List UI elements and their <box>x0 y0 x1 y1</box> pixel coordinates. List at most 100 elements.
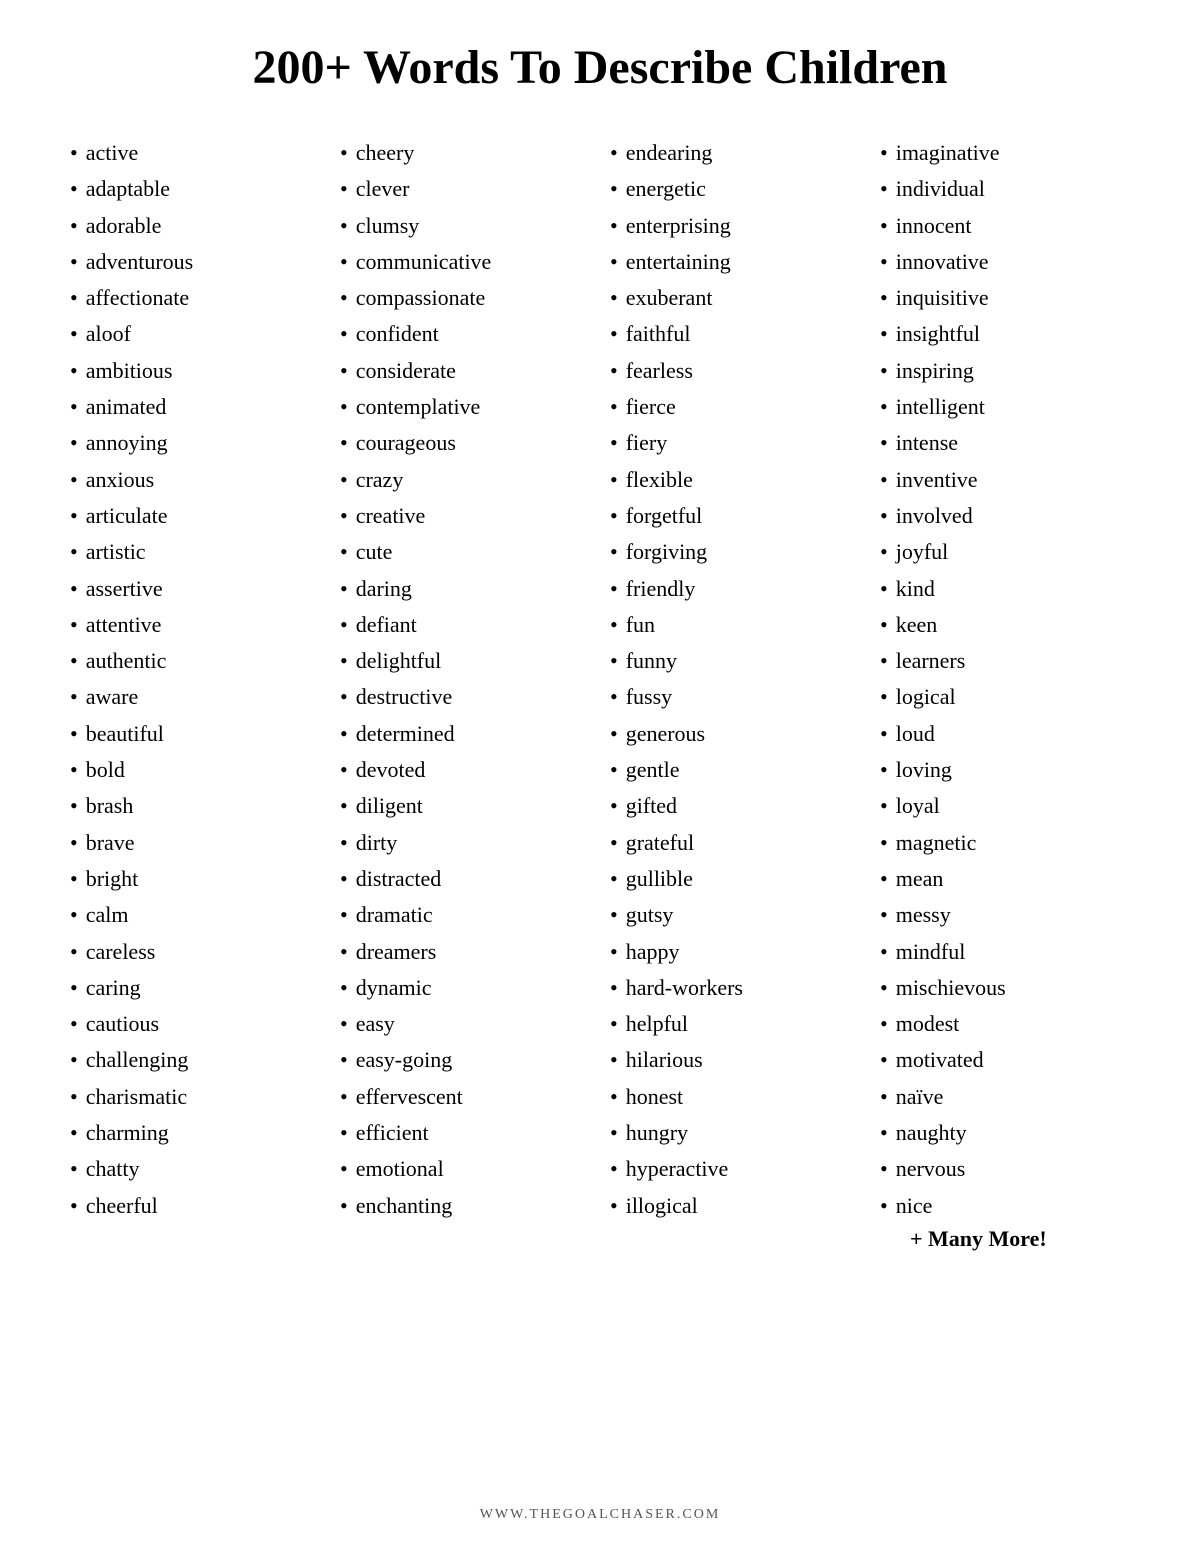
list-item: messy <box>880 897 1130 933</box>
list-item: cheery <box>340 135 590 171</box>
list-item: forgiving <box>610 534 860 570</box>
list-item: inventive <box>880 462 1130 498</box>
list-item: innovative <box>880 244 1130 280</box>
list-item: involved <box>880 498 1130 534</box>
list-item: inquisitive <box>880 280 1130 316</box>
list-item: considerate <box>340 353 590 389</box>
list-item: authentic <box>70 643 320 679</box>
list-item: fun <box>610 607 860 643</box>
list-item: gifted <box>610 788 860 824</box>
column-4: imaginativeindividualinnocentinnovativei… <box>870 135 1140 1477</box>
word-list-4: imaginativeindividualinnocentinnovativei… <box>880 135 1130 1224</box>
list-item: confident <box>340 316 590 352</box>
list-item: helpful <box>610 1006 860 1042</box>
list-item: hard-workers <box>610 970 860 1006</box>
list-item: friendly <box>610 571 860 607</box>
list-item: affectionate <box>70 280 320 316</box>
list-item: grateful <box>610 825 860 861</box>
list-item: charismatic <box>70 1079 320 1115</box>
list-item: faithful <box>610 316 860 352</box>
list-item: charming <box>70 1115 320 1151</box>
list-item: nervous <box>880 1151 1130 1187</box>
list-item: brave <box>70 825 320 861</box>
list-item: mischievous <box>880 970 1130 1006</box>
list-item: endearing <box>610 135 860 171</box>
list-item: delightful <box>340 643 590 679</box>
list-item: honest <box>610 1079 860 1115</box>
list-item: aware <box>70 679 320 715</box>
list-item: clever <box>340 171 590 207</box>
list-item: intelligent <box>880 389 1130 425</box>
list-item: magnetic <box>880 825 1130 861</box>
list-item: gullible <box>610 861 860 897</box>
list-item: dirty <box>340 825 590 861</box>
list-item: articulate <box>70 498 320 534</box>
list-item: fierce <box>610 389 860 425</box>
list-item: modest <box>880 1006 1130 1042</box>
list-item: nice <box>880 1188 1130 1224</box>
list-item: destructive <box>340 679 590 715</box>
list-item: defiant <box>340 607 590 643</box>
list-item: easy-going <box>340 1042 590 1078</box>
list-item: clumsy <box>340 208 590 244</box>
list-item: artistic <box>70 534 320 570</box>
list-item: loyal <box>880 788 1130 824</box>
list-item: gentle <box>610 752 860 788</box>
list-item: aloof <box>70 316 320 352</box>
list-item: happy <box>610 934 860 970</box>
list-item: efficient <box>340 1115 590 1151</box>
list-item: ambitious <box>70 353 320 389</box>
list-item: generous <box>610 716 860 752</box>
list-item: joyful <box>880 534 1130 570</box>
list-item: challenging <box>70 1042 320 1078</box>
list-item: effervescent <box>340 1079 590 1115</box>
list-item: fiery <box>610 425 860 461</box>
list-item: insightful <box>880 316 1130 352</box>
list-item: mean <box>880 861 1130 897</box>
word-columns: activeadaptableadorableadventurousaffect… <box>60 135 1140 1477</box>
footer-url: WWW.THEGOALCHASER.COM <box>480 1507 721 1523</box>
list-item: beautiful <box>70 716 320 752</box>
list-item: cheerful <box>70 1188 320 1224</box>
list-item: mindful <box>880 934 1130 970</box>
list-item: distracted <box>340 861 590 897</box>
list-item: learners <box>880 643 1130 679</box>
list-item: active <box>70 135 320 171</box>
list-item: logical <box>880 679 1130 715</box>
list-item: hilarious <box>610 1042 860 1078</box>
word-list-1: activeadaptableadorableadventurousaffect… <box>70 135 320 1224</box>
list-item: keen <box>880 607 1130 643</box>
list-item: enterprising <box>610 208 860 244</box>
list-item: entertaining <box>610 244 860 280</box>
list-item: hyperactive <box>610 1151 860 1187</box>
list-item: assertive <box>70 571 320 607</box>
list-item: contemplative <box>340 389 590 425</box>
list-item: kind <box>880 571 1130 607</box>
list-item: daring <box>340 571 590 607</box>
list-item: dreamers <box>340 934 590 970</box>
list-item: easy <box>340 1006 590 1042</box>
list-item: illogical <box>610 1188 860 1224</box>
list-item: adventurous <box>70 244 320 280</box>
list-item: calm <box>70 897 320 933</box>
list-item: bright <box>70 861 320 897</box>
list-item: loud <box>880 716 1130 752</box>
page-title: 200+ Words To Describe Children <box>252 40 947 95</box>
list-item: intense <box>880 425 1130 461</box>
list-item: careless <box>70 934 320 970</box>
list-item: anxious <box>70 462 320 498</box>
list-item: annoying <box>70 425 320 461</box>
list-item: individual <box>880 171 1130 207</box>
list-item: compassionate <box>340 280 590 316</box>
list-item: courageous <box>340 425 590 461</box>
list-item: creative <box>340 498 590 534</box>
column-3: endearingenergeticenterprisingentertaini… <box>600 135 870 1477</box>
list-item: cute <box>340 534 590 570</box>
list-item: fearless <box>610 353 860 389</box>
list-item: attentive <box>70 607 320 643</box>
list-item: hungry <box>610 1115 860 1151</box>
word-list-2: cheerycleverclumsycommunicativecompassio… <box>340 135 590 1224</box>
list-item: motivated <box>880 1042 1130 1078</box>
list-item: communicative <box>340 244 590 280</box>
list-item: devoted <box>340 752 590 788</box>
